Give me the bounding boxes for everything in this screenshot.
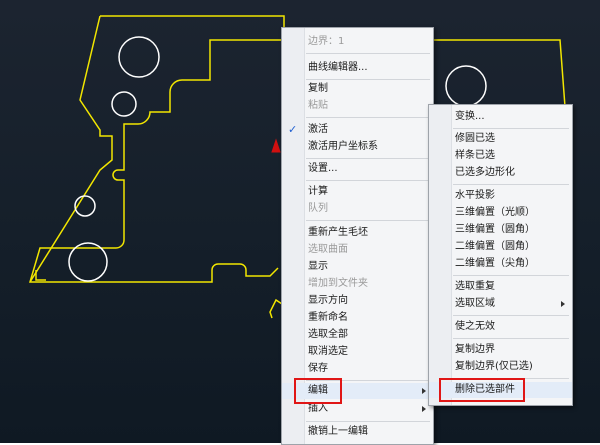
submenu-item-2d-offset-sharp[interactable]: 二维偏置（尖角） — [429, 256, 572, 272]
menu-item-deselect[interactable]: 取消选定 — [282, 344, 433, 360]
menu-separator — [306, 220, 430, 221]
menu-item-display[interactable]: 显示 — [282, 259, 433, 275]
boundary-inner-edge — [29, 15, 113, 283]
menu-item-queue[interactable]: 队列 — [282, 201, 433, 217]
submenu-item-3d-offset-round[interactable]: 三维偏置（圆角） — [429, 222, 572, 238]
menu-separator — [453, 378, 569, 379]
menu-separator — [306, 158, 430, 159]
menu-separator — [306, 421, 430, 422]
menu-item-regenerate-stock[interactable]: 重新产生毛坯 — [282, 225, 433, 241]
menu-item-undo-last-edit[interactable]: 撤销上一编辑 — [282, 424, 433, 440]
menu-separator — [453, 338, 569, 339]
submenu-item-select-region[interactable]: 选取区域 — [429, 296, 572, 312]
menu-item-select-surfaces[interactable]: 选取曲面 — [282, 242, 433, 258]
menu-separator — [453, 128, 569, 129]
menu-item-insert[interactable]: 插入 — [282, 401, 433, 417]
menu-item-paste[interactable]: 粘贴 — [282, 98, 433, 114]
menu-separator — [306, 79, 430, 80]
menu-separator — [306, 380, 430, 381]
submenu-item-copy-boundary[interactable]: 复制边界 — [429, 342, 572, 358]
menu-separator — [453, 184, 569, 185]
menu-item-rename[interactable]: 重新命名 — [282, 310, 433, 326]
circle-hole-1 — [118, 36, 160, 78]
submenu-arrow-icon — [422, 406, 426, 412]
submenu-item-spline-selected[interactable]: 样条已选 — [429, 148, 572, 164]
check-icon: ✓ — [288, 123, 298, 136]
circle-hole-2 — [111, 91, 137, 117]
edit-submenu: 变换... 修圆已选 样条已选 已选多边形化 水平投影 三维偏置（光顺） 三维偏… — [428, 104, 573, 406]
submenu-item-2d-offset-round[interactable]: 二维偏置（圆角） — [429, 239, 572, 255]
menu-item-copy[interactable]: 复制 — [282, 81, 433, 97]
red-arrow-marker — [271, 138, 281, 153]
submenu-item-copy-boundary-selected[interactable]: 复制边界(仅已选) — [429, 359, 572, 375]
submenu-item-invalidate[interactable]: 使之无效 — [429, 319, 572, 335]
menu-separator — [453, 275, 569, 276]
menu-item-boundary-count: 边界：1 — [308, 36, 345, 47]
circle-hole-5 — [445, 65, 487, 107]
menu-item-curve-editor[interactable]: 曲线编辑器... — [282, 60, 433, 76]
menu-item-settings[interactable]: 设置... — [282, 161, 433, 177]
submenu-item-delete-selected[interactable]: 删除已选部件 — [429, 382, 572, 398]
submenu-item-round-selected[interactable]: 修圆已选 — [429, 131, 572, 147]
menu-separator — [306, 53, 430, 54]
context-menu: 边界：1 曲线编辑器... 复制 粘贴 ✓ 激活 激活用户坐标系 设置... 计… — [281, 27, 434, 445]
menu-separator — [306, 180, 430, 181]
submenu-item-select-duplicates[interactable]: 选取重复 — [429, 279, 572, 295]
submenu-item-horizontal-projection[interactable]: 水平投影 — [429, 188, 572, 204]
menu-item-activate[interactable]: ✓ 激活 — [282, 122, 433, 138]
submenu-item-transform[interactable]: 变换... — [429, 109, 572, 125]
submenu-item-3d-offset-smooth[interactable]: 三维偏置（光顺） — [429, 205, 572, 221]
menu-item-select-all[interactable]: 选取全部 — [282, 327, 433, 343]
submenu-item-polygonize-selected[interactable]: 已选多边形化 — [429, 165, 572, 181]
menu-item-activate-ucs[interactable]: 激活用户坐标系 — [282, 139, 433, 155]
menu-item-show-direction[interactable]: 显示方向 — [282, 293, 433, 309]
menu-item-calculate[interactable]: 计算 — [282, 184, 433, 200]
menu-item-save[interactable]: 保存 — [282, 361, 433, 377]
menu-separator — [453, 315, 569, 316]
menu-item-edit[interactable]: 编辑 — [282, 383, 433, 399]
corner-marker — [35, 270, 46, 281]
submenu-arrow-icon — [422, 388, 426, 394]
submenu-arrow-icon — [561, 301, 565, 307]
boundary-outline — [28, 15, 285, 283]
menu-item-add-to-folder[interactable]: 增加到文件夹 — [282, 276, 433, 292]
menu-separator — [306, 117, 430, 118]
